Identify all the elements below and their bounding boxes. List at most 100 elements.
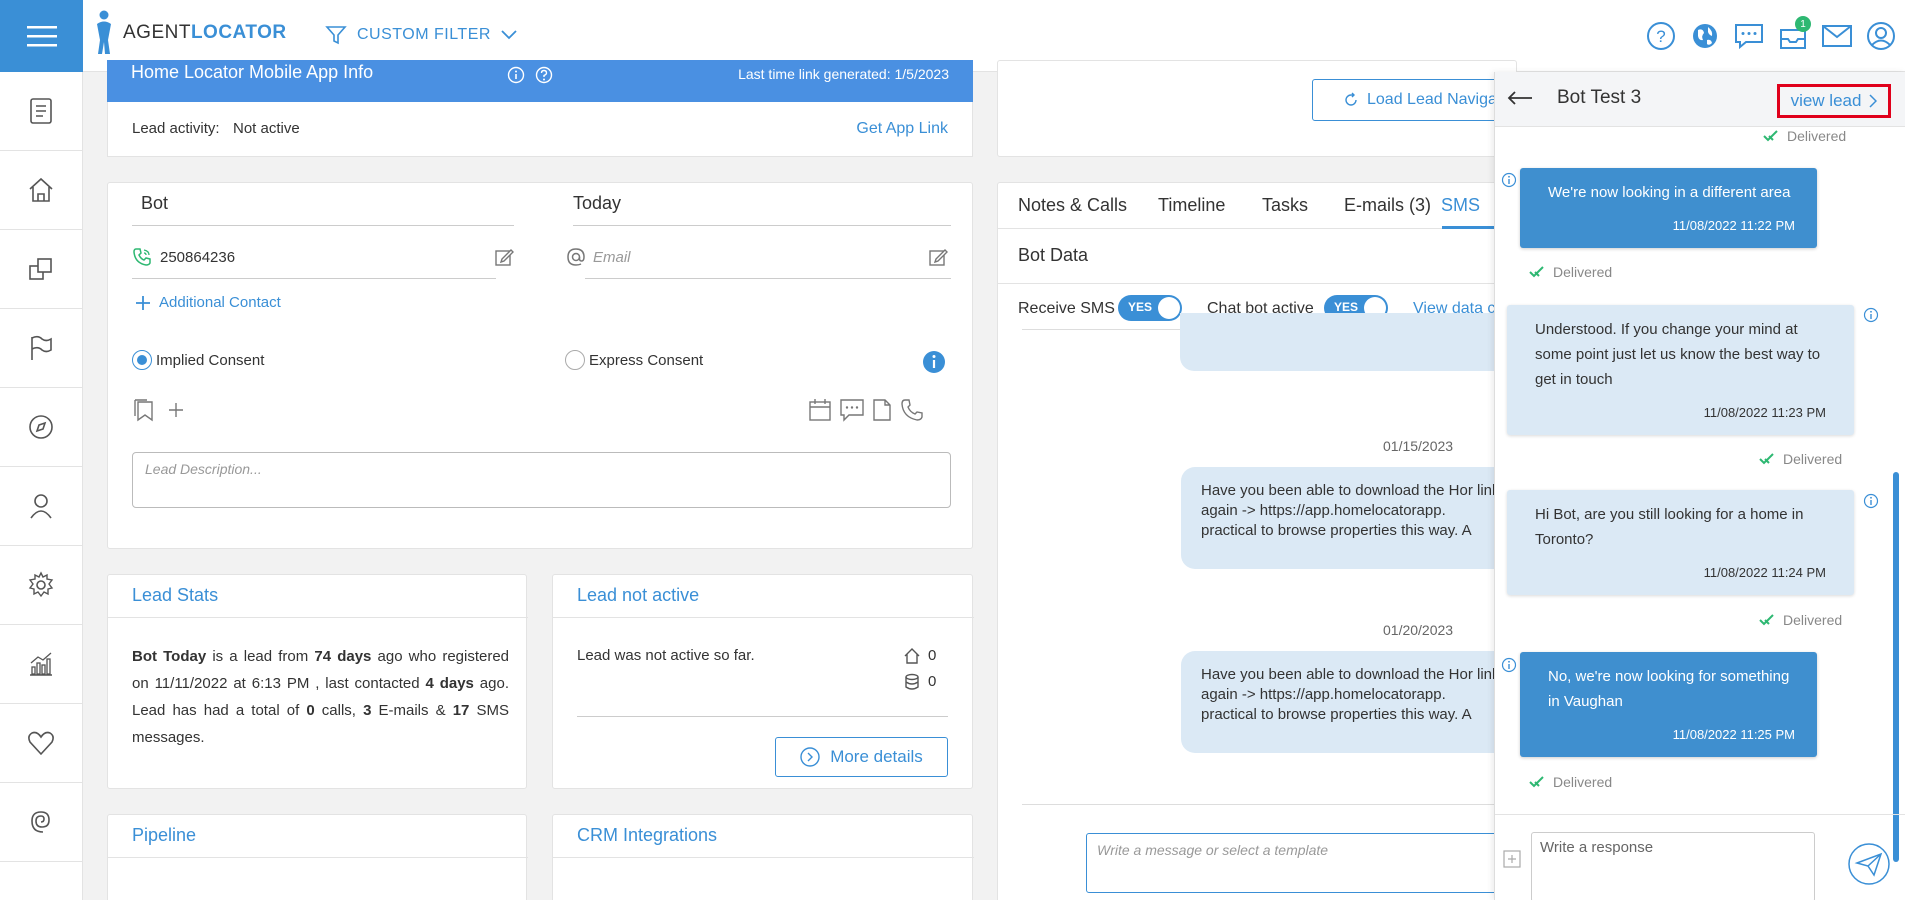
load-lead-navigator-label: Load Lead Navigat (1367, 91, 1502, 108)
lead-stats-text: Bot Today is a lead from 74 days ago who… (132, 648, 510, 746)
divider (577, 716, 948, 717)
pipeline-card: Pipeline (107, 814, 528, 900)
sidebar-item-contacts[interactable] (0, 467, 82, 546)
tab-sms[interactable]: SMS (1441, 195, 1480, 216)
chat-response-input[interactable]: Write a response (1531, 832, 1815, 900)
tab-bot-data[interactable]: Bot Data (1018, 245, 1088, 266)
hamburger-icon (26, 26, 57, 47)
chat-icon (1735, 24, 1763, 49)
top-icons: ? 1 (1645, 16, 1905, 54)
chat-button[interactable] (1733, 18, 1765, 54)
email-field[interactable]: Email (593, 249, 631, 266)
divider (998, 228, 1518, 229)
double-check-icon (1529, 266, 1544, 278)
sms-date-1: 01/15/2023 (1383, 438, 1454, 454)
custom-filter-label: CUSTOM FILTER (357, 26, 491, 43)
logo[interactable]: AGENTLOCATOR (93, 10, 287, 56)
back-arrow-icon[interactable] (1507, 90, 1533, 106)
chat-message-time: 11/08/2022 11:23 PM (1703, 405, 1826, 420)
more-details-button[interactable]: More details (775, 737, 948, 777)
gear-icon (28, 571, 54, 598)
last-name-underline (573, 225, 951, 226)
first-name-field[interactable]: Bot (141, 193, 168, 214)
help-button[interactable]: ? (1645, 18, 1677, 54)
last-name-field[interactable]: Today (573, 193, 621, 214)
person-icon (30, 494, 52, 519)
edit-email-icon[interactable] (928, 247, 948, 267)
implied-consent-radio[interactable]: Implied Consent (132, 350, 264, 370)
message-info-icon[interactable] (1501, 172, 1517, 188)
at-sign-icon (567, 248, 585, 266)
homes-count: 0 (928, 647, 937, 664)
sms-date-2: 01/20/2023 (1383, 622, 1454, 638)
tab-notes-calls[interactable]: Notes & Calls (1018, 195, 1127, 216)
edit-phone-icon[interactable] (494, 247, 514, 267)
chat-scrollbar[interactable] (1893, 472, 1899, 862)
question-circle-icon[interactable] (535, 66, 553, 84)
phone-value[interactable]: 250864236 (160, 249, 235, 266)
message-info-icon[interactable] (1863, 307, 1879, 323)
delivered-status: Delivered (1763, 128, 1846, 144)
calendar-icon[interactable] (808, 398, 832, 422)
custom-filter-dropdown[interactable]: CUSTOM FILTER (325, 24, 517, 46)
chevron-right-icon (1869, 94, 1878, 108)
lead-activity-value: Not active (233, 120, 300, 137)
globe-button[interactable] (1689, 18, 1721, 54)
tab-e-mails-3[interactable]: E-mails (3) (1344, 195, 1431, 216)
express-consent-radio[interactable]: Express Consent (565, 350, 703, 370)
sidebar-item-home[interactable] (0, 151, 82, 230)
file-icon[interactable] (872, 398, 892, 422)
express-consent-label: Express Consent (589, 351, 704, 369)
plus-icon (136, 295, 150, 310)
tab-tasks[interactable]: Tasks (1262, 195, 1308, 216)
toggle-yes-label: YES (1334, 300, 1359, 314)
divider (553, 617, 974, 618)
sidebar-item-listings[interactable] (0, 230, 82, 309)
message-icon[interactable] (839, 398, 865, 422)
consent-info-icon[interactable] (922, 350, 946, 374)
info-icon[interactable] (507, 66, 525, 84)
chevron-circle-icon (800, 747, 820, 767)
chat-panel: Bot Test 3 view lead Delivered We're now… (1494, 72, 1905, 900)
home-icon (29, 177, 53, 202)
express-consent-radio-dot (565, 350, 585, 370)
sidebar-item-flags[interactable] (0, 309, 82, 388)
message-info-icon[interactable] (1501, 657, 1517, 673)
get-app-link[interactable]: Get App Link (856, 120, 948, 138)
template-add-icon[interactable] (1503, 850, 1521, 868)
view-lead-button[interactable]: view lead (1777, 84, 1891, 118)
spiral-icon (31, 811, 50, 833)
sidebar-item-documents[interactable] (0, 72, 82, 151)
brand-name: AGENTLOCATOR (123, 22, 287, 43)
document-icon (30, 98, 52, 124)
additional-contact-button[interactable]: Additional Contact (135, 294, 281, 311)
delivered-status: Delivered (1759, 612, 1842, 628)
refresh-icon (1345, 92, 1357, 106)
hamburger-menu-button[interactable] (0, 0, 83, 72)
notifications-button[interactable]: 1 (1777, 16, 1811, 54)
tab-timeline[interactable]: Timeline (1158, 195, 1225, 216)
user-icon (1867, 22, 1895, 50)
toggle-knob (1158, 297, 1180, 319)
sidebar-item-settings[interactable] (0, 546, 82, 625)
call-icon[interactable] (900, 398, 924, 422)
lead-description-textarea[interactable]: Lead Description... (132, 452, 951, 508)
bookmarks-icon[interactable] (132, 398, 156, 422)
add-tag-icon[interactable] (168, 402, 184, 418)
first-name-underline (132, 225, 514, 226)
mail-button[interactable] (1821, 18, 1853, 54)
sidebar-item-reports[interactable] (0, 625, 82, 704)
sidebar-item-explore[interactable] (0, 388, 82, 467)
send-icon[interactable] (1847, 842, 1891, 886)
lead-not-active-card: Lead not active Lead was not active so f… (552, 574, 974, 789)
sidebar-item-spiral[interactable] (0, 783, 82, 862)
sms-message-2: Have you been able to download the Hor l… (1181, 651, 1521, 753)
chat-header: Bot Test 3 view lead (1495, 72, 1905, 127)
divider (1022, 804, 1512, 805)
user-profile-button[interactable] (1865, 18, 1897, 54)
sidebar-item-favorites[interactable] (0, 704, 82, 783)
message-info-icon[interactable] (1863, 493, 1879, 509)
left-sidebar (0, 72, 83, 900)
receive-sms-toggle[interactable]: YES (1118, 295, 1182, 321)
sms-compose-input[interactable]: Write a message or select a template (1086, 833, 1526, 893)
